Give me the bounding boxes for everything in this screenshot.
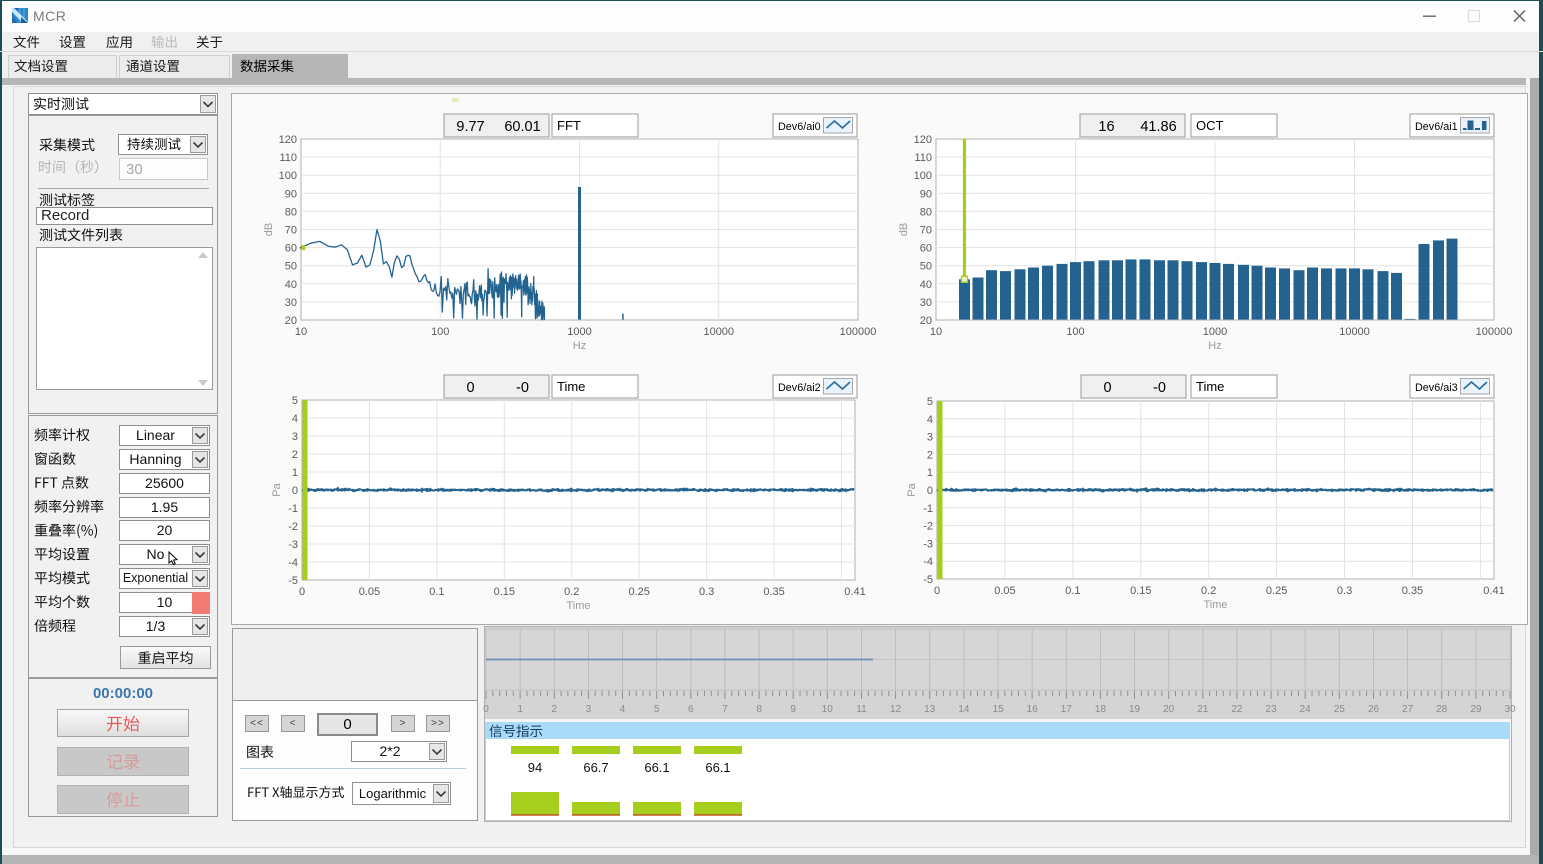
svg-text:66.1: 66.1 — [644, 760, 669, 775]
svg-text:66.1: 66.1 — [705, 760, 730, 775]
svg-text:94: 94 — [528, 760, 542, 775]
svg-text:66.7: 66.7 — [583, 760, 608, 775]
